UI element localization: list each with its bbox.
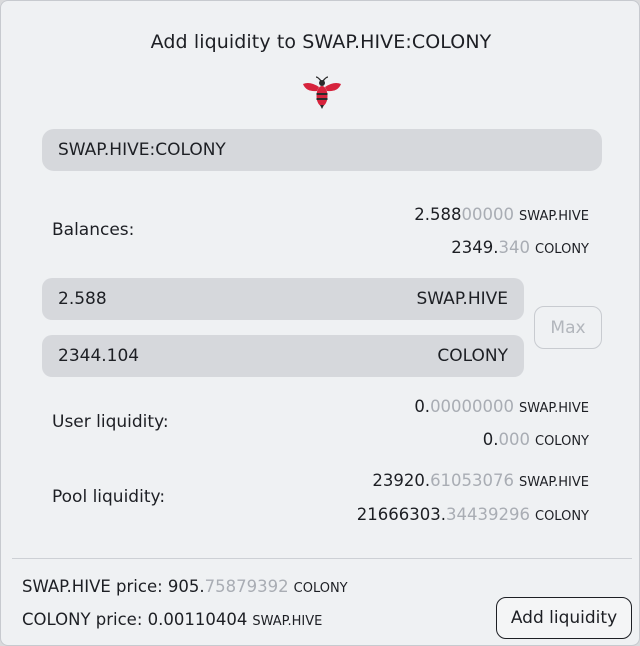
balance-swap-hive: 2.58800000 SWAP.HIVE — [414, 205, 589, 224]
pair-select[interactable]: SWAP.HIVE:COLONY — [42, 129, 602, 171]
pool-liquidity-swap-hive: 23920.61053076 SWAP.HIVE — [372, 471, 589, 490]
amount-value: 2344.104 — [58, 346, 140, 366]
add-liquidity-button[interactable]: Add liquidity — [496, 597, 632, 639]
divider — [12, 558, 632, 559]
balance-colony: 2349.340 COLONY — [451, 238, 589, 257]
pool-liquidity-label: Pool liquidity: — [52, 487, 166, 507]
dialog-title: Add liquidity to SWAP.HIVE:COLONY — [150, 31, 492, 53]
colony-price: COLONY price: 0.00110404 SWAP.HIVE — [22, 610, 323, 629]
amount-unit: COLONY — [437, 346, 508, 366]
max-button[interactable]: Max — [534, 306, 602, 349]
amount-value: 2.588 — [58, 289, 107, 309]
swap-hive-amount-input[interactable]: 2.588 SWAP.HIVE — [42, 278, 524, 320]
pool-liquidity-colony: 21666303.34439296 COLONY — [356, 505, 589, 524]
colony-amount-input[interactable]: 2344.104 COLONY — [42, 335, 524, 377]
user-liquidity-label: User liquidity: — [52, 412, 169, 432]
balances-label: Balances: — [52, 220, 135, 240]
hive-bee-icon — [303, 76, 341, 109]
user-liquidity-swap-hive: 0.00000000 SWAP.HIVE — [414, 397, 589, 416]
add-liquidity-dialog: Add liquidity to SWAP.HIVE:COLONY SWAP.H… — [0, 0, 640, 646]
swap-hive-price: SWAP.HIVE price: 905.75879392 COLONY — [22, 577, 348, 596]
user-liquidity-colony: 0.000 COLONY — [482, 430, 589, 449]
amount-unit: SWAP.HIVE — [416, 289, 508, 309]
